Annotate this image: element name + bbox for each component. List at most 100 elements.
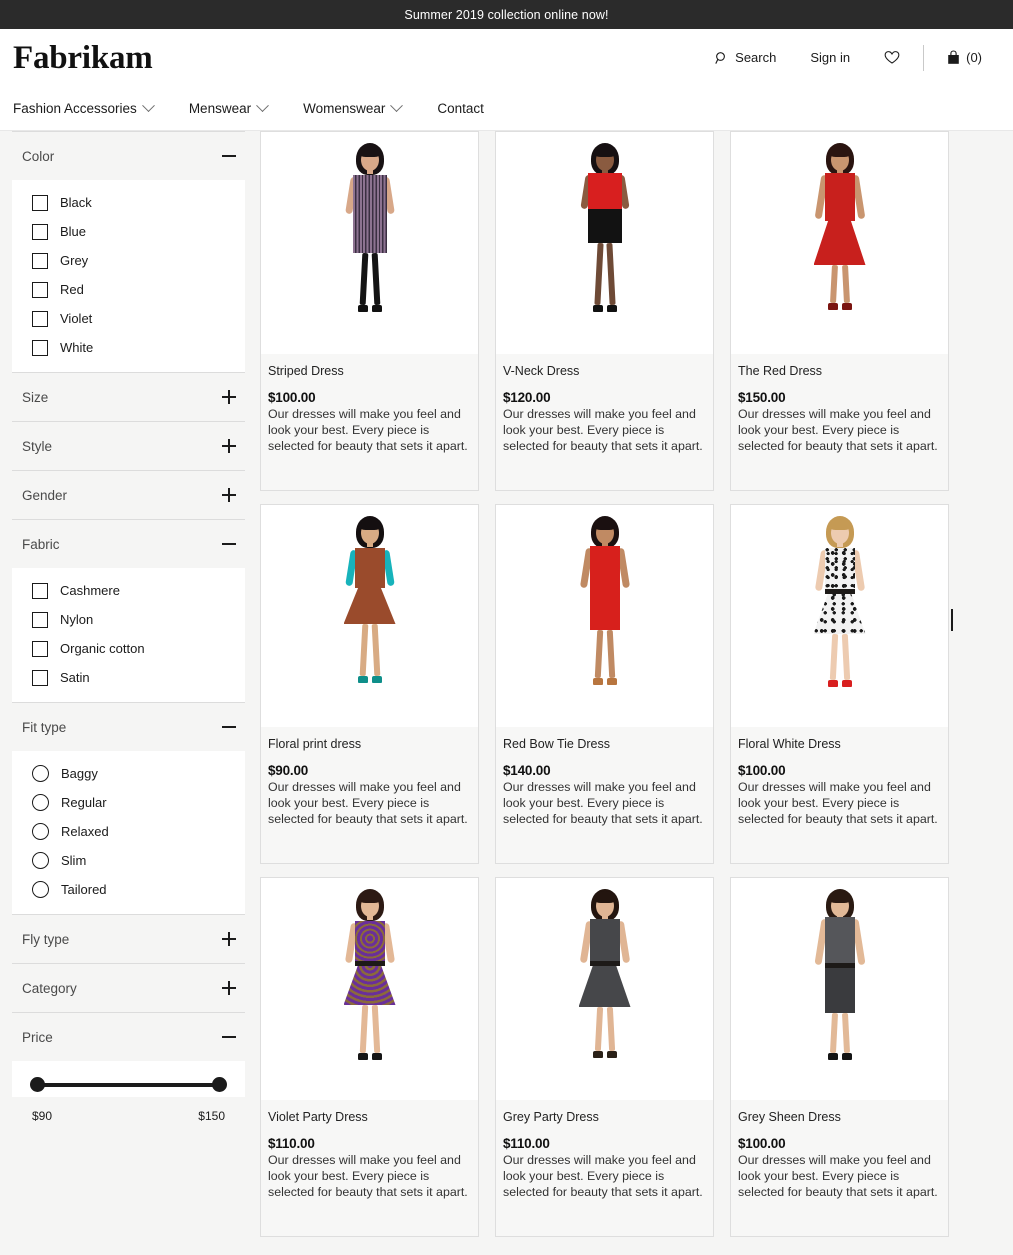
brand-logo[interactable]: Fabrikam <box>13 40 153 75</box>
facet-header-color[interactable]: Color <box>12 132 245 180</box>
filter-option-violet[interactable]: Violet <box>12 304 245 333</box>
product-image[interactable] <box>496 878 713 1100</box>
facet-header-style[interactable]: Style <box>12 422 245 470</box>
facet-header-gender[interactable]: Gender <box>12 471 245 519</box>
radio-button[interactable] <box>32 765 49 782</box>
product-card[interactable]: Red Bow Tie Dress$140.00Our dresses will… <box>495 504 714 864</box>
minus-icon[interactable] <box>222 720 236 734</box>
product-name[interactable]: Floral print dress <box>268 738 470 752</box>
filter-option-tailored[interactable]: Tailored <box>12 875 245 904</box>
facet-header-category[interactable]: Category <box>12 964 245 1012</box>
product-card[interactable]: Grey Sheen Dress$100.00Our dresses will … <box>730 877 949 1237</box>
facet-title: Style <box>22 439 52 454</box>
filter-option-cashmere[interactable]: Cashmere <box>12 576 245 605</box>
slider-handle-max[interactable] <box>212 1077 227 1092</box>
product-image[interactable] <box>496 132 713 354</box>
filter-option-satin[interactable]: Satin <box>12 663 245 692</box>
product-name[interactable]: Red Bow Tie Dress <box>503 738 705 752</box>
facet-header-fabric[interactable]: Fabric <box>12 520 245 568</box>
product-description: Our dresses will make you feel and look … <box>738 780 940 828</box>
checkbox[interactable] <box>32 612 48 628</box>
nav-item-fashion-accessories[interactable]: Fashion Accessories <box>13 101 153 116</box>
checkbox[interactable] <box>32 253 48 269</box>
product-description: Our dresses will make you feel and look … <box>738 1153 940 1201</box>
facet-price: Price $90$150 <box>12 1012 245 1123</box>
product-image[interactable] <box>731 878 948 1100</box>
product-card[interactable]: Grey Party Dress$110.00Our dresses will … <box>495 877 714 1237</box>
search-button[interactable]: Search <box>698 50 793 65</box>
slider-handle-min[interactable] <box>30 1077 45 1092</box>
plus-icon[interactable] <box>222 390 236 404</box>
product-image[interactable] <box>261 878 478 1100</box>
nav-item-menswear[interactable]: Menswear <box>189 101 267 116</box>
price-range-slider[interactable] <box>34 1077 223 1093</box>
radio-button[interactable] <box>32 881 49 898</box>
checkbox[interactable] <box>32 311 48 327</box>
minus-icon[interactable] <box>222 1030 236 1044</box>
filter-option-grey[interactable]: Grey <box>12 246 245 275</box>
facet-options: BlackBlueGreyRedVioletWhite <box>12 180 245 372</box>
filter-option-nylon[interactable]: Nylon <box>12 605 245 634</box>
sign-in-button[interactable]: Sign in <box>793 50 867 65</box>
product-name[interactable]: Violet Party Dress <box>268 1111 470 1125</box>
plus-icon[interactable] <box>222 981 236 995</box>
radio-button[interactable] <box>32 852 49 869</box>
facet-header-fly-type[interactable]: Fly type <box>12 915 245 963</box>
product-name[interactable]: Striped Dress <box>268 365 470 379</box>
product-card[interactable]: V-Neck Dress$120.00Our dresses will make… <box>495 131 714 491</box>
product-card[interactable]: The Red Dress$150.00Our dresses will mak… <box>730 131 949 491</box>
checkbox[interactable] <box>32 340 48 356</box>
facet-header-fit-type[interactable]: Fit type <box>12 703 245 751</box>
product-card[interactable]: Violet Party Dress$110.00Our dresses wil… <box>260 877 479 1237</box>
product-card[interactable]: Floral print dress$90.00Our dresses will… <box>260 504 479 864</box>
filter-option-red[interactable]: Red <box>12 275 245 304</box>
checkbox[interactable] <box>32 282 48 298</box>
product-image[interactable] <box>731 505 948 727</box>
filter-option-black[interactable]: Black <box>12 188 245 217</box>
plus-icon[interactable] <box>222 932 236 946</box>
cart-button[interactable]: (0) <box>930 50 999 65</box>
product-image[interactable] <box>496 505 713 727</box>
radio-button[interactable] <box>32 823 49 840</box>
product-description: Our dresses will make you feel and look … <box>503 407 705 455</box>
checkbox[interactable] <box>32 641 48 657</box>
checkbox[interactable] <box>32 224 48 240</box>
filter-option-blue[interactable]: Blue <box>12 217 245 246</box>
nav-item-womenswear[interactable]: Womenswear <box>303 101 401 116</box>
filter-option-white[interactable]: White <box>12 333 245 362</box>
checkbox[interactable] <box>32 583 48 599</box>
minus-icon[interactable] <box>222 537 236 551</box>
filter-option-label: Baggy <box>61 766 98 781</box>
facet-header-price[interactable]: Price <box>12 1013 245 1061</box>
slider-track[interactable] <box>34 1083 223 1087</box>
filter-option-relaxed[interactable]: Relaxed <box>12 817 245 846</box>
nav-item-label: Contact <box>437 101 484 116</box>
filter-option-baggy[interactable]: Baggy <box>12 759 245 788</box>
product-card[interactable]: Striped Dress$100.00Our dresses will mak… <box>260 131 479 491</box>
filter-option-slim[interactable]: Slim <box>12 846 245 875</box>
nav-item-contact[interactable]: Contact <box>437 101 484 116</box>
chevron-down-icon <box>256 99 269 112</box>
product-name[interactable]: V-Neck Dress <box>503 365 705 379</box>
product-image[interactable] <box>731 132 948 354</box>
product-card[interactable]: Floral White Dress$100.00Our dresses wil… <box>730 504 949 864</box>
filter-option-organic-cotton[interactable]: Organic cotton <box>12 634 245 663</box>
product-image[interactable] <box>261 505 478 727</box>
minus-icon[interactable] <box>222 149 236 163</box>
product-name[interactable]: Grey Sheen Dress <box>738 1111 940 1125</box>
facet-header-size[interactable]: Size <box>12 373 245 421</box>
price-range-labels: $90$150 <box>12 1097 245 1123</box>
checkbox[interactable] <box>32 195 48 211</box>
radio-button[interactable] <box>32 794 49 811</box>
filter-option-label: Nylon <box>60 612 93 627</box>
product-name[interactable]: Floral White Dress <box>738 738 940 752</box>
product-name[interactable]: Grey Party Dress <box>503 1111 705 1125</box>
filter-option-regular[interactable]: Regular <box>12 788 245 817</box>
product-name[interactable]: The Red Dress <box>738 365 940 379</box>
wishlist-button[interactable] <box>867 50 917 65</box>
plus-icon[interactable] <box>222 439 236 453</box>
plus-icon[interactable] <box>222 488 236 502</box>
search-label: Search <box>735 50 776 65</box>
product-image[interactable] <box>261 132 478 354</box>
checkbox[interactable] <box>32 670 48 686</box>
